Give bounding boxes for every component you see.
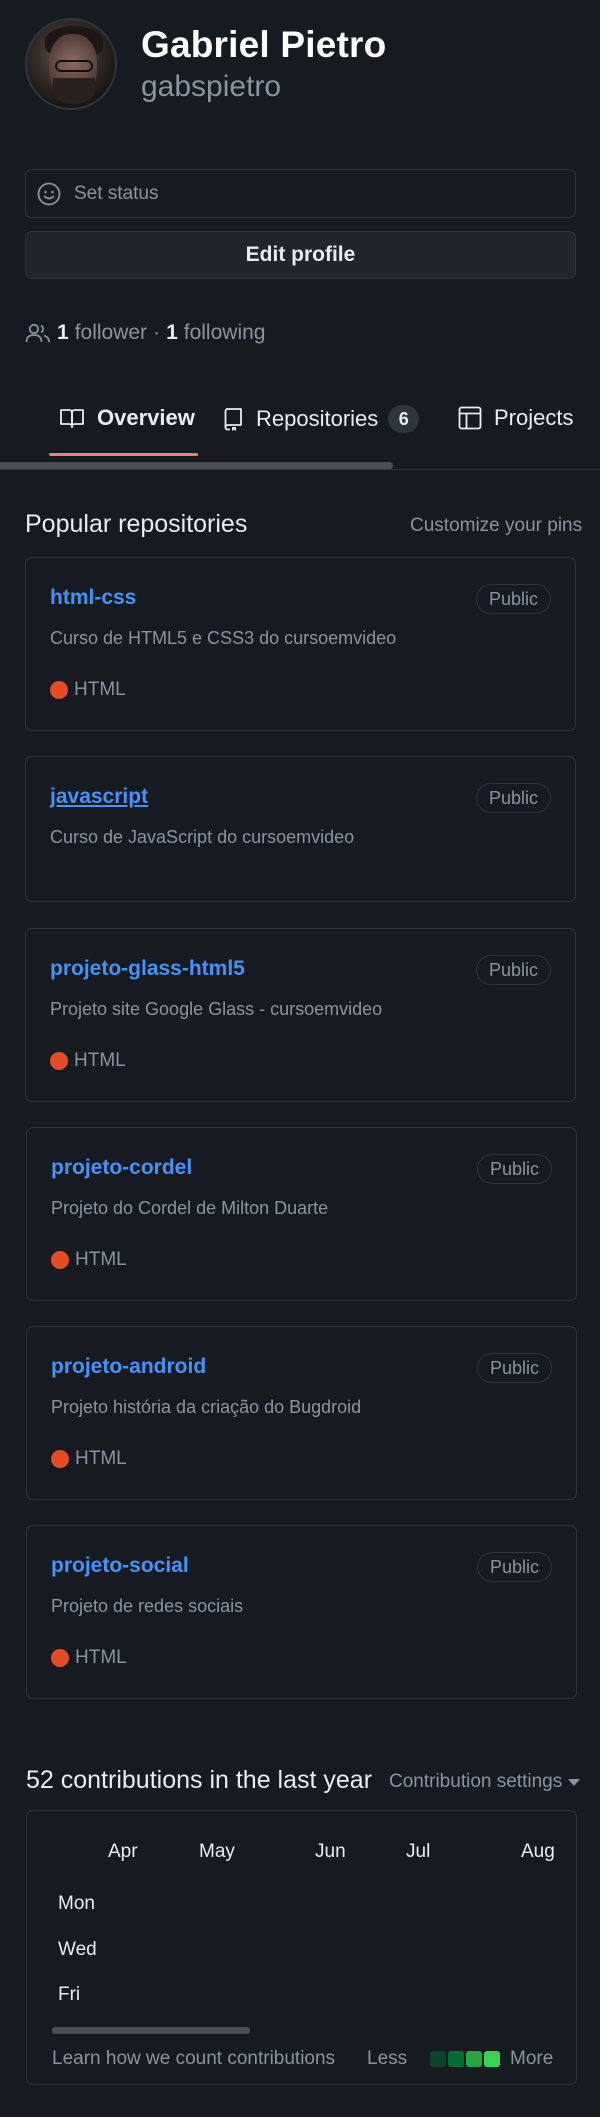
set-status-button[interactable]: Set status — [25, 169, 576, 218]
pinned-repo-card: projeto-glass-html5 Public Projeto site … — [25, 928, 576, 1102]
tabs-divider — [0, 469, 600, 470]
follow-stats: 1 follower · 1 following — [25, 318, 265, 348]
language-color-dot — [50, 1052, 68, 1070]
language-color-dot — [50, 681, 68, 699]
month-label: Apr — [108, 1841, 138, 1862]
popular-repositories-title: Popular repositories — [25, 510, 248, 538]
day-label: Fri — [58, 1984, 81, 2005]
following-count[interactable]: 1 — [166, 321, 178, 345]
active-tab-indicator — [49, 453, 198, 456]
month-label: Aug — [521, 1841, 555, 1862]
tabs-scrollbar[interactable] — [0, 462, 393, 469]
profile-name: Gabriel Pietro — [141, 24, 387, 65]
pinned-repo-card: projeto-android Public Projeto história … — [26, 1326, 577, 1500]
month-label: Jul — [406, 1841, 431, 1862]
repo-link[interactable]: projeto-social — [51, 1554, 189, 1578]
contribution-settings-label: Contribution settings — [389, 1771, 563, 1792]
repo-description: Projeto do Cordel de Milton Duarte — [51, 1198, 329, 1218]
language-label: HTML — [74, 679, 126, 700]
tab-projects[interactable]: Projects — [458, 405, 573, 431]
table-icon — [458, 406, 482, 430]
following-link[interactable]: following — [184, 321, 266, 345]
legend-more-label: More — [510, 2048, 554, 2069]
tab-overview[interactable]: Overview — [59, 405, 195, 431]
repo-language: HTML — [51, 1249, 127, 1271]
repo-link[interactable]: projeto-android — [51, 1355, 206, 1379]
edit-profile-button[interactable]: Edit profile — [25, 231, 576, 279]
followers-link[interactable]: follower — [75, 321, 147, 345]
repo-description: Curso de HTML5 e CSS3 do cursoemvideo — [50, 628, 397, 648]
repo-description: Projeto de redes sociais — [51, 1596, 244, 1616]
follow-separator: · — [153, 321, 161, 344]
visibility-badge: Public — [475, 955, 551, 985]
language-color-dot — [51, 1450, 69, 1468]
pinned-repo-card: html-css Public Curso de HTML5 e CSS3 do… — [25, 557, 576, 731]
pinned-repo-card: projeto-cordel Public Projeto do Cordel … — [26, 1127, 577, 1301]
visibility-badge: Public — [475, 584, 551, 614]
language-color-dot — [51, 1251, 69, 1269]
language-label: HTML — [74, 1050, 126, 1071]
visibility-badge: Public — [476, 1154, 552, 1184]
visibility-badge: Public — [476, 1353, 552, 1383]
avatar[interactable] — [25, 18, 117, 110]
tab-overview-label: Overview — [97, 405, 195, 430]
contribution-settings-dropdown[interactable]: Contribution settings — [389, 1771, 581, 1793]
repo-icon — [224, 408, 242, 431]
month-label: May — [199, 1841, 235, 1862]
set-status-label: Set status — [74, 182, 159, 204]
repo-language: HTML — [50, 679, 126, 701]
language-color-dot — [51, 1649, 69, 1667]
profile-login: gabspietro — [141, 70, 282, 103]
tab-projects-label: Projects — [494, 405, 574, 430]
legend-level-4 — [484, 2051, 500, 2067]
repo-language: HTML — [51, 1647, 127, 1669]
repo-link[interactable]: javascript — [50, 785, 148, 809]
contribution-calendar: Apr May Jun Jul Aug Mon Wed Fri Learn ho… — [26, 1810, 577, 2085]
learn-contributions-link[interactable]: Learn how we count contributions — [52, 2048, 335, 2070]
repo-link[interactable]: projeto-cordel — [51, 1156, 192, 1180]
profile-tabs: Overview Repositories 6 Projects — [0, 390, 600, 470]
legend-less-label: Less — [367, 2048, 408, 2069]
visibility-badge: Public — [475, 783, 551, 813]
tab-repositories[interactable]: Repositories 6 — [222, 405, 420, 433]
customize-pins-link[interactable]: Customize your pins — [410, 515, 582, 537]
month-label: Jun — [315, 1841, 346, 1862]
repo-link[interactable]: html-css — [50, 586, 136, 610]
repo-link[interactable]: projeto-glass-html5 — [50, 957, 245, 981]
repositories-counter: 6 — [388, 405, 420, 433]
book-icon — [60, 409, 84, 428]
day-label: Wed — [58, 1939, 97, 1960]
followers-count[interactable]: 1 — [57, 321, 69, 345]
language-label: HTML — [75, 1647, 127, 1668]
repo-description: Projeto história da criação do Bugdroid — [51, 1397, 362, 1417]
repo-description: Projeto site Google Glass - cursoemvideo — [50, 999, 383, 1019]
contributions-title: 52 contributions in the last year — [26, 1766, 373, 1794]
people-icon — [25, 323, 50, 343]
day-label: Mon — [58, 1893, 95, 1914]
repo-language: HTML — [51, 1448, 127, 1470]
language-label: HTML — [75, 1249, 127, 1270]
legend-level-2 — [448, 2051, 464, 2067]
language-label: HTML — [75, 1448, 127, 1469]
caret-down-icon — [568, 1778, 581, 1786]
repo-description: Curso de JavaScript do cursoemvideo — [50, 827, 355, 847]
smiley-icon — [37, 182, 61, 206]
repo-language: HTML — [50, 1050, 126, 1072]
tab-repositories-label: Repositories — [256, 406, 379, 431]
legend-level-3 — [466, 2051, 482, 2067]
visibility-badge: Public — [476, 1552, 552, 1582]
legend-level-1 — [430, 2051, 446, 2067]
pinned-repo-card: javascript Public Curso de JavaScript do… — [25, 756, 576, 902]
calendar-scrollbar[interactable] — [52, 2027, 250, 2034]
pinned-repo-card: projeto-social Public Projeto de redes s… — [26, 1525, 577, 1699]
